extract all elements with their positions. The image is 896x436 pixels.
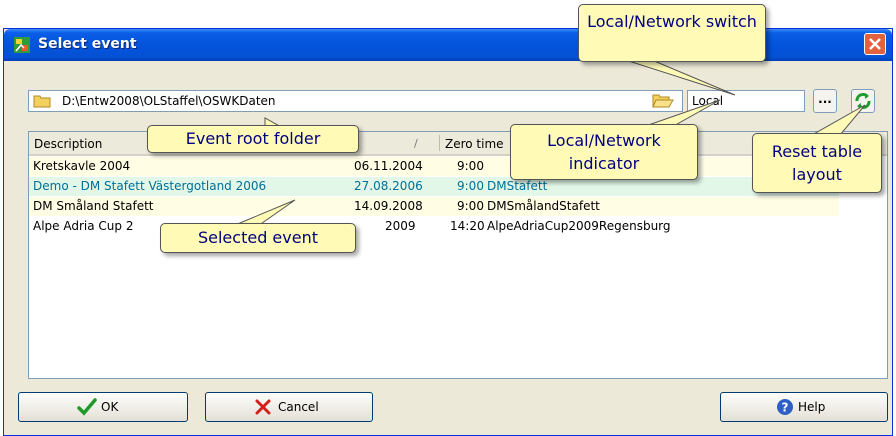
- callout-text: Local/Network indicator: [547, 131, 661, 173]
- select-event-dialog: Select event D:\Entw2008\OLStaffel\OSWKD…: [3, 28, 893, 436]
- callout-selected-event: Selected event: [160, 223, 356, 253]
- event-description: Kretskavle 2004: [33, 159, 131, 173]
- callout-reset-table-layout: Reset table layout: [752, 133, 882, 193]
- event-root-folder-field[interactable]: D:\Entw2008\OLStaffel\OSWKDaten: [28, 90, 683, 112]
- ok-label: OK: [101, 400, 119, 414]
- event-date: 2009: [385, 219, 416, 233]
- column-header-zero-time[interactable]: Zero time: [445, 137, 504, 151]
- close-icon: [869, 38, 881, 50]
- local-network-indicator-text: Local: [692, 94, 724, 108]
- event-zero-time: 14:20: [450, 219, 485, 233]
- event-folder: DMSmålandStafett: [487, 199, 600, 213]
- help-label: Help: [798, 400, 826, 414]
- event-date: 14.09.2008: [354, 199, 423, 213]
- callout-text: Event root folder: [185, 129, 321, 148]
- ellipsis-label: ...: [818, 92, 832, 106]
- local-network-indicator: Local: [687, 90, 805, 112]
- dialog-title: Select event: [38, 36, 137, 52]
- event-description: Alpe Adria Cup 2: [33, 219, 134, 233]
- event-folder: DMStafett: [487, 179, 548, 193]
- cancel-x-icon: [255, 399, 271, 415]
- table-row-selected[interactable]: Demo - DM Stafett Västergotland 2006 27.…: [29, 177, 839, 196]
- refresh-icon: [855, 93, 871, 109]
- callout-text: Local/Network switch: [587, 12, 757, 31]
- column-separator[interactable]: [439, 135, 440, 151]
- event-zero-time: 9:00: [457, 159, 484, 173]
- callout-text: Reset table layout: [771, 142, 863, 184]
- help-icon: ?: [777, 399, 793, 415]
- table-row[interactable]: Alpe Adria Cup 2 2009 14:20 AlpeAdriaCup…: [29, 217, 839, 236]
- table-row[interactable]: Kretskavle 2004 06.11.2004 9:00: [29, 157, 839, 176]
- callout-event-root-folder: Event root folder: [147, 125, 359, 153]
- cancel-label: Cancel: [278, 400, 319, 414]
- callout-local-network-indicator: Local/Network indicator: [510, 124, 698, 180]
- app-icon: [14, 37, 30, 53]
- open-folder-icon[interactable]: [652, 93, 674, 109]
- close-button[interactable]: [864, 33, 886, 55]
- folder-icon: [33, 95, 51, 108]
- checkmark-icon: [77, 398, 97, 416]
- cancel-button[interactable]: Cancel: [205, 392, 373, 422]
- event-description: Demo - DM Stafett Västergotland 2006: [33, 179, 267, 193]
- event-folder: AlpeAdriaCup2009Regensburg: [487, 219, 671, 233]
- event-root-folder-path: D:\Entw2008\OLStaffel\OSWKDaten: [62, 94, 276, 108]
- help-button[interactable]: ? Help: [720, 392, 888, 422]
- column-header-description[interactable]: Description: [34, 137, 102, 151]
- reset-table-layout-button[interactable]: [851, 89, 875, 113]
- event-zero-time: 9:00: [457, 179, 484, 193]
- local-network-switch-button[interactable]: ...: [813, 89, 837, 113]
- event-date: 27.08.2006: [354, 179, 423, 193]
- sort-indicator: /: [414, 137, 418, 150]
- event-date: 06.11.2004: [354, 159, 423, 173]
- event-zero-time: 9:00: [457, 199, 484, 213]
- callout-text: Selected event: [197, 228, 318, 247]
- event-description: DM Småland Stafett: [33, 199, 154, 213]
- ok-button[interactable]: OK: [18, 392, 188, 422]
- table-row[interactable]: DM Småland Stafett 14.09.2008 9:00 DMSmå…: [29, 197, 839, 216]
- svg-text:?: ?: [782, 401, 789, 415]
- callout-local-network-switch: Local/Network switch: [578, 4, 766, 62]
